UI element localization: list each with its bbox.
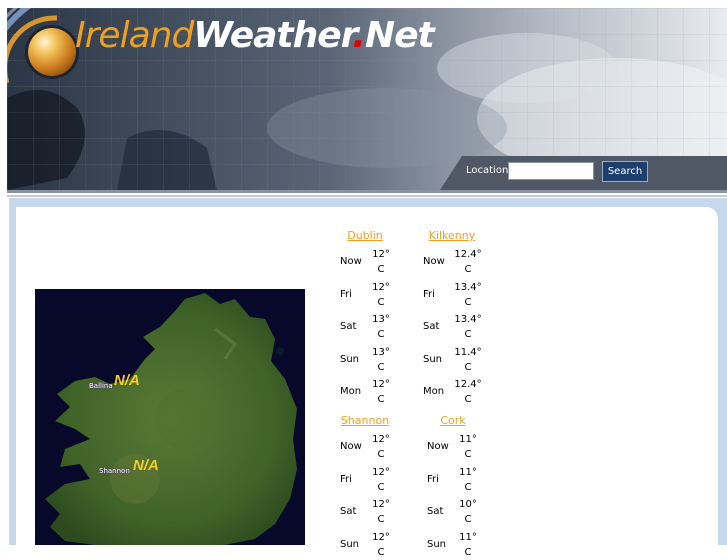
temperature-unit: C xyxy=(377,394,385,405)
forecast-day: Now xyxy=(423,256,445,267)
city-link-kilkenny[interactable]: Kilkenny xyxy=(429,229,476,242)
forecast-temperature: 11.4° C xyxy=(451,345,485,375)
site-logo[interactable]: IrelandWeather.Net xyxy=(75,13,435,59)
forecast-day: Mon xyxy=(340,386,362,397)
location-input[interactable] xyxy=(508,162,594,180)
temperature-unit: C xyxy=(377,264,385,275)
temperature-value: 12° xyxy=(372,531,390,543)
ireland-satellite-image xyxy=(45,293,297,545)
forecast-day: Sun xyxy=(423,353,443,365)
forecast-temperature: 13.4° C xyxy=(451,312,485,342)
search-button[interactable]: Search xyxy=(602,161,648,182)
globe-logo-icon xyxy=(28,28,76,76)
temperature-unit: C xyxy=(377,546,385,558)
temperature-value: 13.4° xyxy=(454,314,482,325)
temperature-unit: C xyxy=(377,481,385,493)
header-divider xyxy=(7,190,727,193)
forecast-day: Sat xyxy=(340,321,357,332)
temperature-unit: C xyxy=(377,361,385,373)
temperature-value: 12.4° xyxy=(454,379,482,390)
forecast-temperature: 13.4° C xyxy=(451,280,485,310)
forecast-temperature: 11° C xyxy=(451,465,485,495)
temperature-unit: C xyxy=(464,546,472,558)
city-link-dublin[interactable]: Dublin xyxy=(347,229,383,242)
temperature-value: 12° xyxy=(372,249,390,260)
forecast-temperature: 10° C xyxy=(451,497,485,527)
temperature-value: 13° xyxy=(372,314,390,325)
forecast-day: Now xyxy=(340,441,362,452)
forecast-day: Fri xyxy=(340,473,352,485)
temperature-unit: C xyxy=(377,329,385,340)
forecast-temperature: 12° C xyxy=(364,432,398,462)
temperature-unit: C xyxy=(464,361,472,373)
map-value-ballina[interactable]: N/A xyxy=(114,372,140,389)
logo-dot: . xyxy=(352,15,366,56)
temperature-unit: C xyxy=(377,296,385,308)
forecast-day: Sat xyxy=(423,321,440,332)
temperature-value: 12.4° xyxy=(454,249,482,260)
logo-weather: Weather xyxy=(193,15,353,56)
temperature-unit: C xyxy=(464,449,472,460)
temperature-unit: C xyxy=(464,296,472,308)
city-link-shannon[interactable]: Shannon xyxy=(341,414,389,427)
temperature-value: 12° xyxy=(372,466,390,478)
temperature-value: 11° xyxy=(459,531,477,543)
temperature-value: 12° xyxy=(372,281,390,293)
forecast-day: Mon xyxy=(423,386,445,397)
temperature-unit: C xyxy=(464,514,472,525)
site-header: IrelandWeather.Net Location Search xyxy=(7,8,727,190)
forecast-day: Sat xyxy=(427,506,444,517)
forecast-temperature: 13° C xyxy=(364,312,398,342)
map-place-shannon: Shannon xyxy=(99,467,130,475)
temperature-value: 11° xyxy=(459,434,477,445)
forecast-temperature: 12.4° C xyxy=(451,377,485,407)
temperature-unit: C xyxy=(464,394,472,405)
header-divider-light xyxy=(7,195,727,197)
forecast-temperature: 12° C xyxy=(364,497,398,527)
logo-ireland: Ireland xyxy=(75,15,194,56)
forecast-day: Sun xyxy=(340,538,360,550)
temperature-unit: C xyxy=(464,329,472,340)
forecast-temperature: 12° C xyxy=(364,377,398,407)
forecast-temperature: 12° C xyxy=(364,280,398,310)
forecast-temperature: 13° C xyxy=(364,345,398,375)
forecast-day: Fri xyxy=(340,288,352,300)
forecast-temperature: 12° C xyxy=(364,247,398,277)
forecast-day: Fri xyxy=(427,473,439,485)
logo-net: Net xyxy=(364,15,435,56)
forecast-temperature: 12° C xyxy=(364,465,398,495)
forecast-day: Sat xyxy=(340,506,357,517)
temperature-value: 10° xyxy=(459,499,477,510)
location-label: Location xyxy=(466,165,509,176)
forecast-day: Sun xyxy=(340,353,360,365)
forecast-temperature: 11° C xyxy=(451,432,485,462)
temperature-value: 13° xyxy=(372,346,390,358)
map-place-ballina: Ballina xyxy=(89,382,113,390)
temperature-value: 13.4° xyxy=(454,281,482,293)
temperature-value: 12° xyxy=(372,434,390,445)
city-link-cork[interactable]: Cork xyxy=(440,414,465,427)
forecast-temperature: 12.4° C xyxy=(451,247,485,277)
temperature-value: 11.4° xyxy=(454,346,482,358)
temperature-value: 11° xyxy=(459,466,477,478)
ireland-weather-map[interactable]: Ballina N/A Shannon N/A xyxy=(35,289,305,545)
forecast-day: Sun xyxy=(427,538,447,550)
temperature-unit: C xyxy=(464,264,472,275)
forecast-day: Now xyxy=(340,256,362,267)
map-value-shannon[interactable]: N/A xyxy=(133,457,159,474)
temperature-unit: C xyxy=(377,449,385,460)
forecast-day: Fri xyxy=(423,288,435,300)
temperature-value: 12° xyxy=(372,379,390,390)
temperature-unit: C xyxy=(464,481,472,493)
temperature-value: 12° xyxy=(372,499,390,510)
temperature-unit: C xyxy=(377,514,385,525)
forecast-day: Now xyxy=(427,441,449,452)
